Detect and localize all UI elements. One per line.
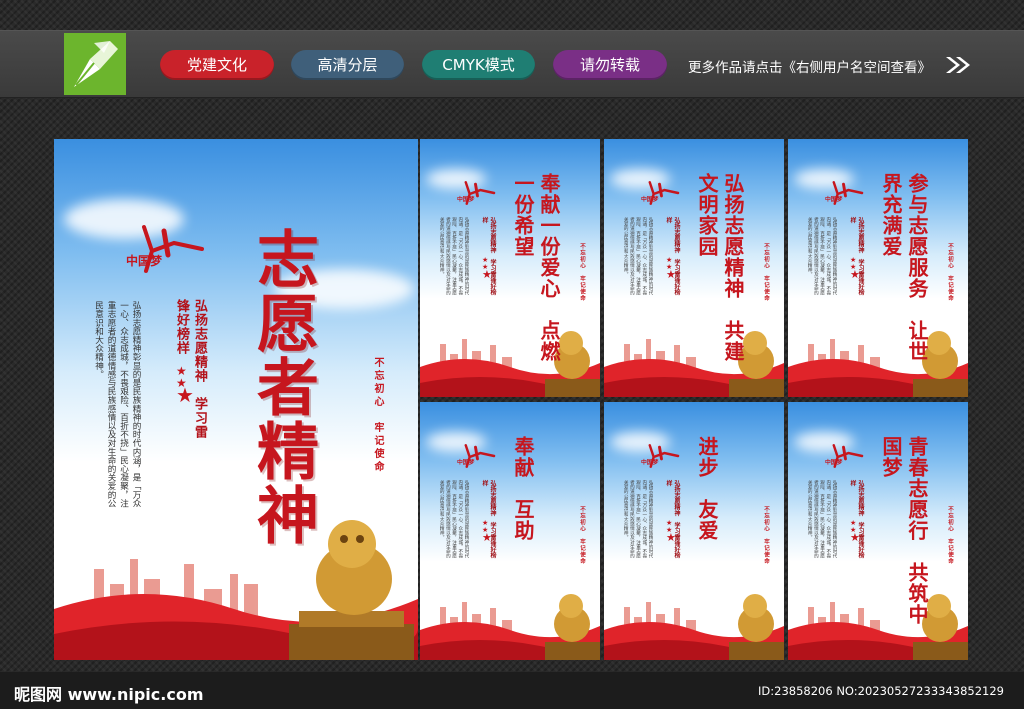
poster-headline: 参与志愿服务 让世界充满爱: [879, 173, 929, 362]
tag-hd-layers[interactable]: 高清分层: [291, 50, 404, 80]
china-dream-logo: 中国梦: [641, 444, 680, 468]
poster-slogan: 弘扬志愿精神 学习雷锋好榜样: [665, 480, 680, 558]
site-watermark[interactable]: 昵图网 www.nipic.com: [14, 681, 204, 705]
china-dream-logo: 中国梦: [126, 225, 204, 273]
footer-bar: 昵图网 www.nipic.com ID:23858206 NO:2023052…: [0, 672, 1024, 709]
small-poster-2: 中国梦 ★ ★ ★ 弘扬志愿精神 共建文明家园 弘扬志愿精神 学习雷锋好榜样 弘扬志愿精神彰…: [604, 139, 784, 397]
poster-paragraph: 弘扬志愿精神彰显的是民族精神的时代内涵，是「万众一心、众志成城，不畏艰险、百折不…: [623, 217, 654, 296]
poster-headline: 进步 友爱: [695, 436, 719, 541]
china-dream-logo: 中国梦: [457, 181, 496, 205]
poster-headline: 奉献 互助: [511, 436, 535, 541]
china-dream-logo-text: 中国梦: [457, 195, 475, 203]
svg-text:中国梦: 中国梦: [126, 253, 163, 268]
china-dream-logo-text: 中国梦: [641, 458, 659, 466]
small-poster-4: 中国梦 ★ ★ ★ 奉献 互助 弘扬志愿精神 学习雷锋好榜样 弘扬志愿精神彰显的是民族精神的…: [420, 402, 600, 660]
poster-paragraph: 弘扬志愿精神彰显的是民族精神的时代内涵，是「万众一心、众志成城，不畏艰险、百折不…: [439, 217, 470, 296]
lion-statue-illustration: [545, 594, 600, 660]
more-works-link[interactable]: 更多作品请点击《右侧用户名空间查看》: [688, 56, 931, 76]
poster-seal-text: 不忘初心 牢记使命: [579, 506, 585, 565]
small-poster-3: 中国梦 ★ ★ ★ 参与志愿服务 让世界充满爱 弘扬志愿精神 学习雷锋好榜样 弘扬志愿精神彰…: [788, 139, 968, 397]
small-poster-6: 中国梦 ★ ★ ★ 青春志愿行 共筑中国梦 弘扬志愿精神 学习雷锋好榜样 弘扬志愿精神彰显的…: [788, 402, 968, 660]
poster-paragraph: 弘扬志愿精神彰显的是民族精神的时代内涵，是「万众一心、众志成城，不畏艰险、百折不…: [807, 480, 838, 559]
poster-seal-text: 不忘初心 牢记使命: [579, 243, 585, 302]
china-dream-logo: 中国梦: [825, 181, 864, 205]
china-dream-logo: 中国梦: [641, 181, 680, 205]
poster-seal-text: 不忘初心 牢记使命: [947, 506, 953, 565]
tag-party-culture[interactable]: 党建文化: [160, 50, 274, 80]
image-id-text: ID:23858206 NO:20230527233343852129: [758, 684, 1004, 698]
china-dream-logo-text: 中国梦: [641, 195, 659, 203]
small-poster-1: 中国梦 ★ ★ ★ 奉献一份爱心 点燃一份希望 弘扬志愿精神 学习雷锋好榜样 弘扬志愿精神彰…: [420, 139, 600, 397]
poster-paragraph: 弘扬志愿精神彰显的是民族精神的时代内涵，是「万众一心、众志成城，不畏艰险、百折不…: [623, 480, 654, 559]
poster-headline: 奉献一份爱心 点燃一份希望: [511, 173, 561, 362]
poster-slogan: 弘扬志愿精神 学习雷锋好榜样: [665, 217, 680, 295]
china-dream-logo: 中国梦: [825, 444, 864, 468]
poster-slogan: 弘扬志愿精神 学习雷锋好榜样: [849, 217, 864, 295]
china-dream-logo-text: 中国梦: [457, 458, 475, 466]
poster-headline: 青春志愿行 共筑中国梦: [879, 436, 929, 625]
poster-headline: 弘扬志愿精神 共建文明家园: [695, 173, 745, 362]
china-dream-logo: 中国梦: [457, 444, 496, 468]
china-dream-logo-text: 中国梦: [825, 195, 843, 203]
poster-seal-text: 不忘初心 牢记使命: [947, 243, 953, 302]
poster-title: 志愿者精神: [246, 227, 319, 547]
small-poster-5: 中国梦 ★ ★ ★ 进步 友爱 弘扬志愿精神 学习雷锋好榜样 弘扬志愿精神彰显的是民族精神的…: [604, 402, 784, 660]
tag-cmyk[interactable]: CMYK模式: [422, 50, 535, 80]
double-chevron-right-icon[interactable]: [944, 55, 972, 75]
poster-paragraph: 弘扬志愿精神彰显的是民族精神的时代内涵，是「万众一心、众志成城，不畏艰险、百折不…: [807, 217, 838, 296]
lion-statue-illustration: [729, 594, 784, 660]
china-dream-logo-text: 中国梦: [825, 458, 843, 466]
poster-slogan: 弘扬志愿精神 学习雷锋好榜样: [174, 299, 207, 439]
poster-seal-text: 不忘初心 牢记使命: [763, 506, 769, 565]
poster-slogan: 弘扬志愿精神 学习雷锋好榜样: [849, 480, 864, 558]
poster-slogan: 弘扬志愿精神 学习雷锋好榜样: [481, 480, 496, 558]
poster-seal-text: 不忘初心 牢记使命: [372, 357, 383, 474]
poster-slogan: 弘扬志愿精神 学习雷锋好榜样: [481, 217, 496, 295]
big-poster: 中国梦 ★ ★ ★ 志愿者精神 弘扬志愿精神 学习雷锋好榜样 弘扬志愿精神彰显的是民…: [54, 139, 418, 660]
tag-no-repost[interactable]: 请勿转载: [553, 50, 667, 80]
poster-paragraph: 弘扬志愿精神彰显的是民族精神的时代内涵，是「万众一心、众志成城，不畏艰险、百折不…: [439, 480, 470, 559]
poster-paragraph: 弘扬志愿精神彰显的是民族精神的时代内涵，是「万众一心、众志成城，不畏艰险、百折不…: [93, 301, 142, 508]
poster-seal-text: 不忘初心 牢记使命: [763, 243, 769, 302]
pen-nib-icon[interactable]: [64, 33, 126, 95]
top-bar: 党建文化 高清分层 CMYK模式 请勿转载 更多作品请点击《右侧用户名空间查看》: [0, 30, 1024, 98]
